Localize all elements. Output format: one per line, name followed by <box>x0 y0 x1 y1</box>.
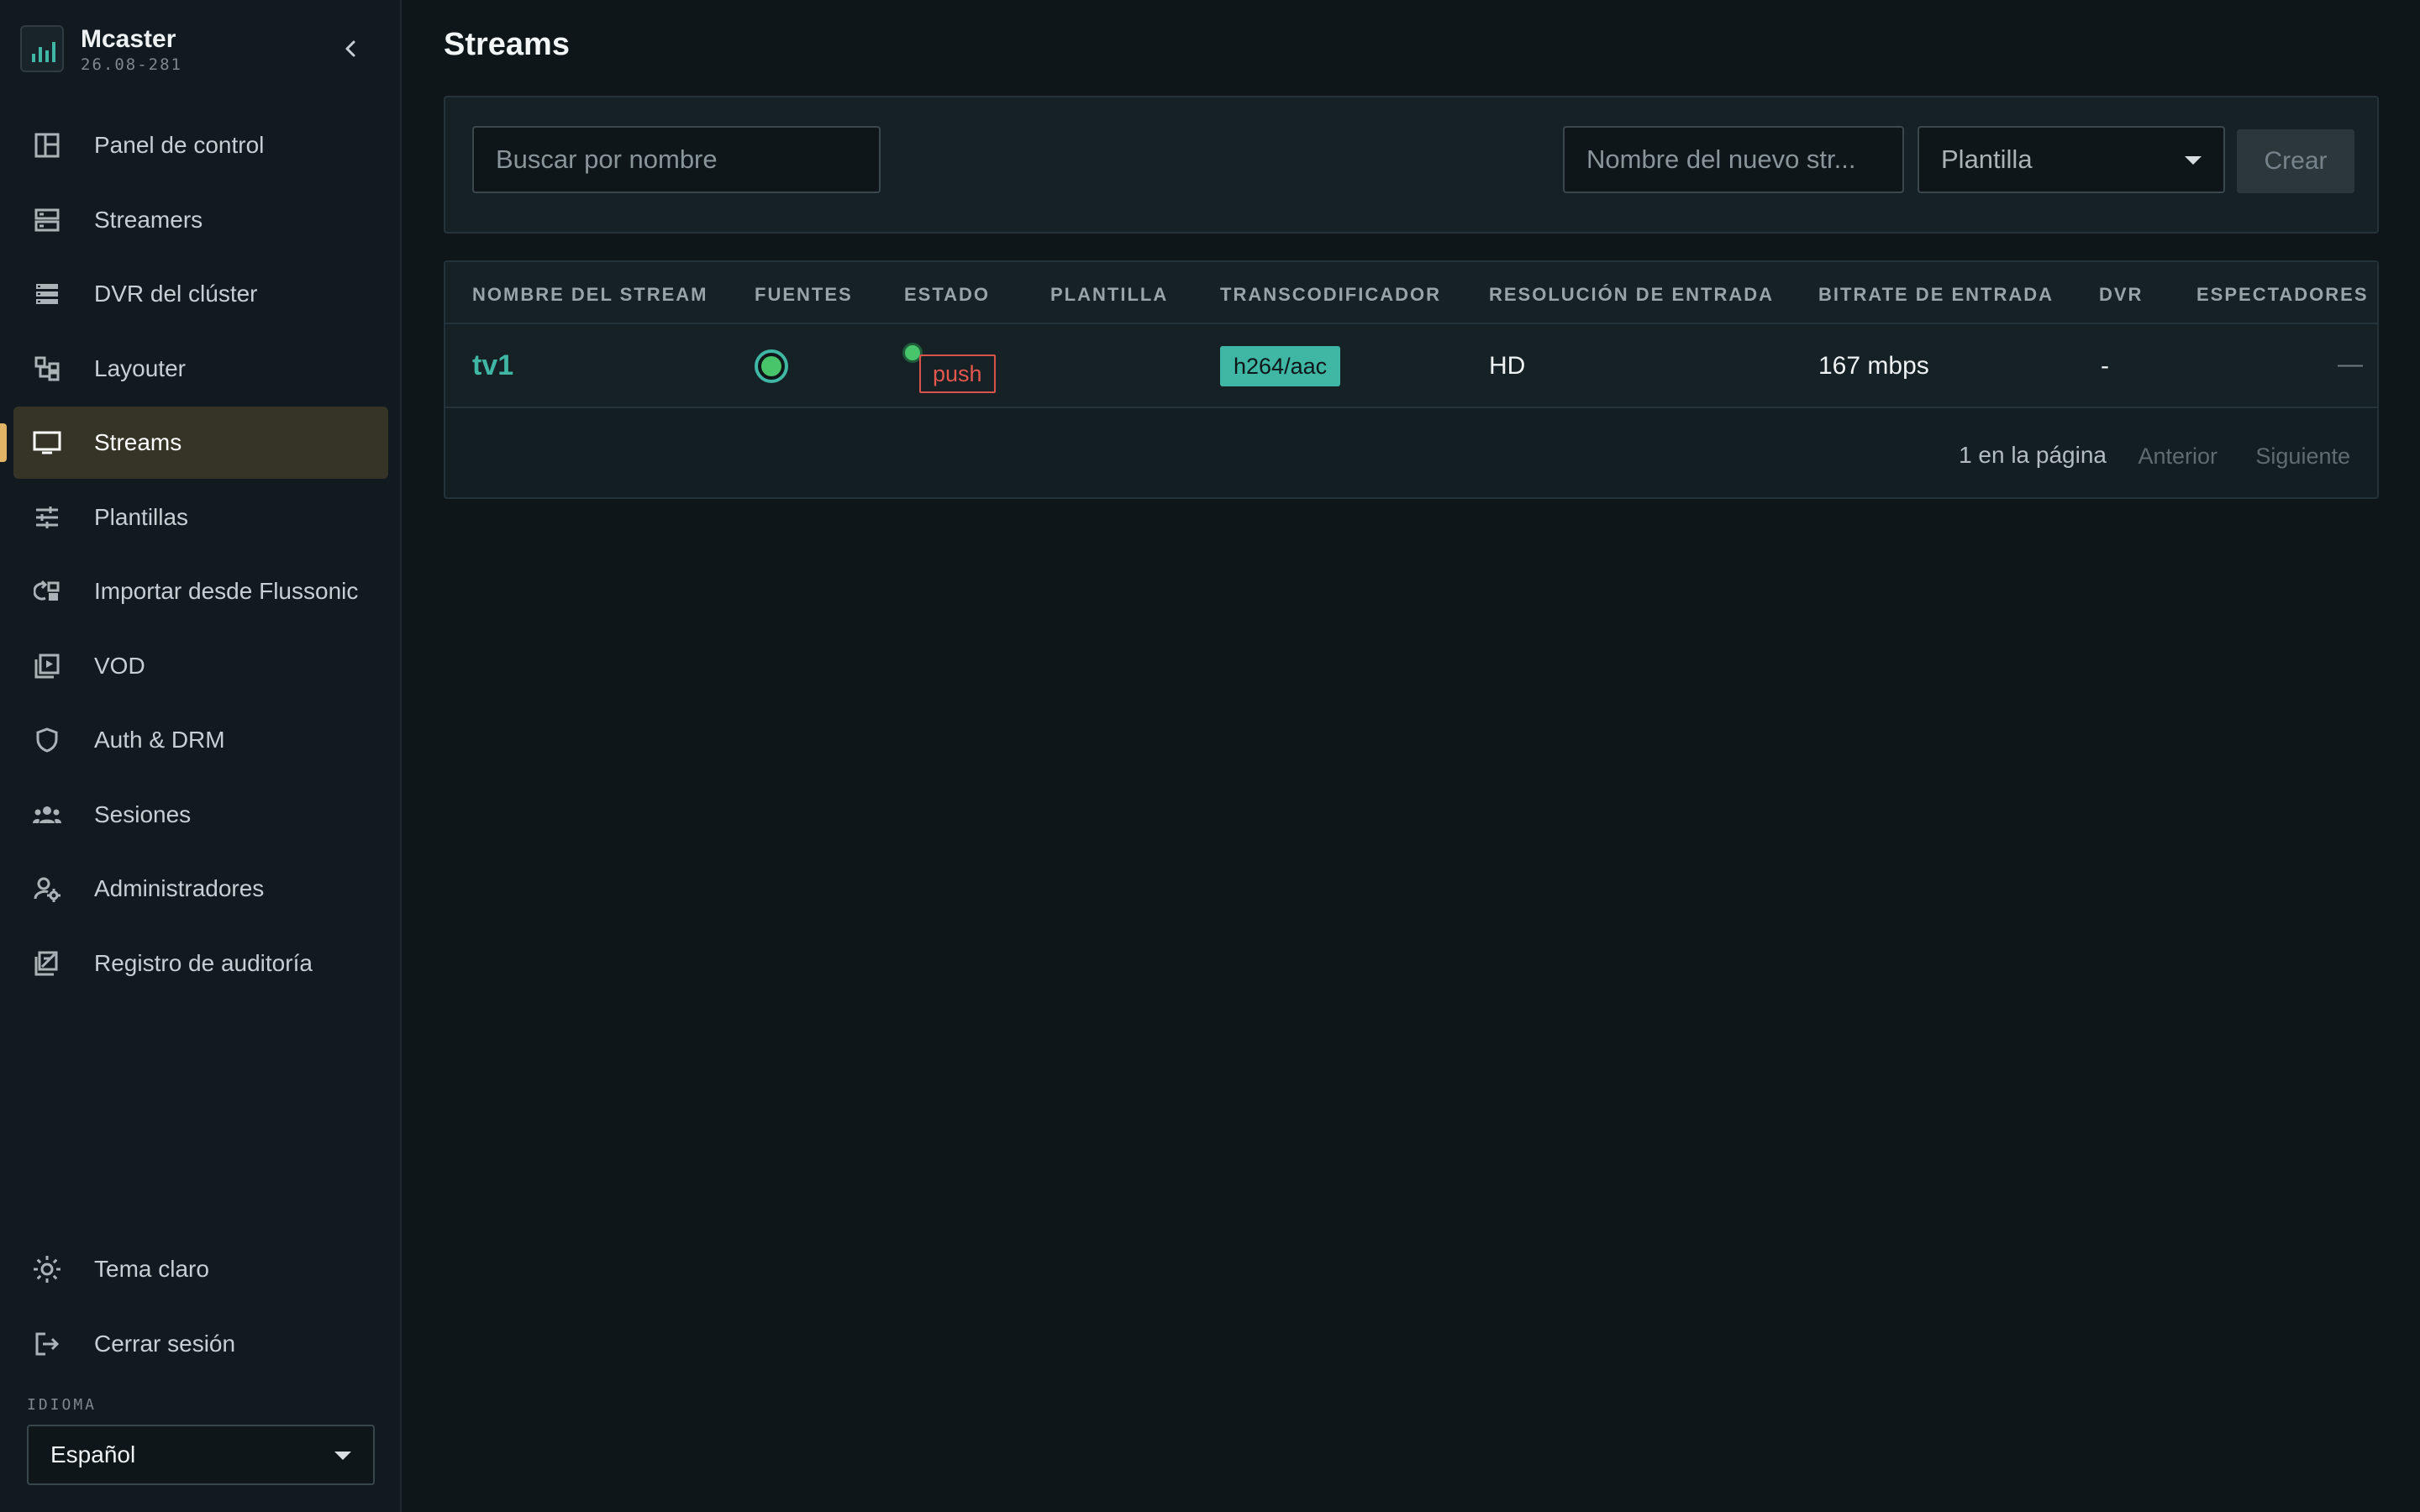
sidebar-item-templates[interactable]: Plantillas <box>13 481 388 554</box>
table-header: NOMBRE DEL STREAM FUENTES ESTADO PLANTIL… <box>445 262 2377 324</box>
import-icon <box>32 576 62 606</box>
sidebar-item-vod[interactable]: VOD <box>13 630 388 702</box>
language-select[interactable]: Español <box>27 1425 375 1485</box>
template-select-value: Plantilla <box>1941 144 2033 174</box>
theme-toggle-label: Tema claro <box>94 1256 209 1282</box>
sidebar-item-label: Administradores <box>94 875 265 901</box>
stream-name-link[interactable]: tv1 <box>472 349 513 382</box>
active-indicator <box>0 423 7 462</box>
brand: Mcaster 26.08-281 <box>20 25 381 76</box>
status-badge: push <box>919 354 996 393</box>
sidebar: Mcaster 26.08-281 Panel de control Strea… <box>0 0 402 1512</box>
next-page-button[interactable]: Siguiente <box>2255 444 2350 470</box>
transcoder-badge: h264/aac <box>1220 346 1341 386</box>
sidebar-item-label: Streams <box>94 429 182 455</box>
chevron-down-icon <box>334 1452 351 1460</box>
chevron-left-icon <box>345 40 355 57</box>
template-select[interactable]: Plantilla <box>1918 126 2225 193</box>
sidebar-item-label: VOD <box>94 652 145 679</box>
input-resolution-cell: HD <box>1489 352 1526 380</box>
column-header-viewers[interactable]: ESPECTADORES <box>2196 284 2369 306</box>
sidebar-item-administrators[interactable]: Administradores <box>13 853 388 925</box>
source-status-icon[interactable] <box>755 349 788 383</box>
app-root: Mcaster 26.08-281 Panel de control Strea… <box>0 0 2420 1512</box>
language-label: IDIOMA <box>27 1396 97 1414</box>
sidebar-item-label: Plantillas <box>94 503 189 530</box>
sidebar-item-label: Layouter <box>94 354 186 381</box>
language-value: Español <box>50 1441 136 1467</box>
app-version: 26.08-281 <box>81 55 182 74</box>
app-logo-icon <box>20 25 64 72</box>
search-input[interactable] <box>472 126 881 193</box>
page-count: 1 en la página <box>1959 442 2107 468</box>
sidebar-item-label: Streamers <box>94 206 203 233</box>
sidebar-item-streams[interactable]: Streams <box>0 407 388 479</box>
sidebar-item-audit-log[interactable]: Registro de auditoría <box>13 927 388 1000</box>
sidebar-nav: Panel de control Streamers DVR del clúst… <box>0 109 388 1001</box>
sidebar-item-label: Auth & DRM <box>94 727 225 753</box>
sidebar-item-streamers[interactable]: Streamers <box>13 184 388 256</box>
column-header-dvr[interactable]: DVR <box>2099 284 2143 306</box>
column-header-input-bitrate[interactable]: BITRATE DE ENTRADA <box>1818 284 2054 306</box>
storage-icon <box>32 279 62 309</box>
column-header-sources[interactable]: FUENTES <box>755 284 853 306</box>
theme-toggle[interactable]: Tema claro <box>13 1233 388 1305</box>
logout-button[interactable]: Cerrar sesión <box>13 1308 388 1380</box>
input-bitrate-cell: 167 mbps <box>1818 352 1929 380</box>
server-icon <box>32 205 62 235</box>
previous-page-button[interactable]: Anterior <box>2138 444 2217 470</box>
sidebar-footer: Tema claro Cerrar sesión <box>13 1233 388 1382</box>
sliders-icon <box>32 502 62 533</box>
viewers-cell: — <box>2338 350 2363 378</box>
logout-icon <box>32 1329 62 1359</box>
chevron-down-icon <box>2185 156 2202 165</box>
collapse-sidebar-button[interactable] <box>333 30 370 67</box>
video-library-icon <box>32 651 62 681</box>
column-header-stream-name[interactable]: NOMBRE DEL STREAM <box>472 284 708 306</box>
streams-toolbar: Plantilla Crear <box>444 96 2379 234</box>
column-header-status[interactable]: ESTADO <box>904 284 990 306</box>
sidebar-item-auth-drm[interactable]: Auth & DRM <box>13 704 388 776</box>
layout-icon <box>32 354 62 384</box>
sidebar-item-label: DVR del clúster <box>94 281 258 307</box>
page-title: Streams <box>444 27 570 62</box>
column-header-transcoder[interactable]: TRANSCODIFICADOR <box>1220 284 1441 306</box>
sidebar-item-label: Importar desde Flussonic <box>94 578 359 604</box>
sidebar-item-label: Registro de auditoría <box>94 949 313 976</box>
app-name: Mcaster <box>81 25 176 53</box>
create-button[interactable]: Crear <box>2237 129 2354 193</box>
sidebar-item-import-flussonic[interactable]: Importar desde Flussonic <box>13 555 388 627</box>
sidebar-item-label: Sesiones <box>94 801 192 827</box>
column-header-input-resolution[interactable]: RESOLUCIÓN DE ENTRADA <box>1489 284 1774 306</box>
new-stream-name-input[interactable] <box>1563 126 1904 193</box>
sidebar-item-layouter[interactable]: Layouter <box>13 333 388 405</box>
audit-log-icon <box>32 948 62 979</box>
sidebar-item-sessions[interactable]: Sesiones <box>13 779 388 851</box>
logout-label: Cerrar sesión <box>94 1330 236 1357</box>
shield-icon <box>32 725 62 755</box>
users-icon <box>32 800 62 830</box>
sun-icon <box>32 1254 62 1284</box>
sidebar-item-cluster-dvr[interactable]: DVR del clúster <box>13 258 388 330</box>
pagination: 1 en la página Anterior Siguiente <box>445 408 2377 499</box>
dashboard-icon <box>32 130 62 160</box>
table-row: tv1 push h264/aac HD 167 mbps - — <box>445 324 2377 408</box>
column-header-template[interactable]: PLANTILLA <box>1050 284 1168 306</box>
sidebar-item-dashboard[interactable]: Panel de control <box>13 109 388 181</box>
monitor-icon <box>32 428 62 458</box>
dvr-cell: - <box>2101 352 2109 380</box>
streams-table: NOMBRE DEL STREAM FUENTES ESTADO PLANTIL… <box>444 260 2379 499</box>
user-gear-icon <box>32 874 62 904</box>
sidebar-item-label: Panel de control <box>94 132 265 158</box>
